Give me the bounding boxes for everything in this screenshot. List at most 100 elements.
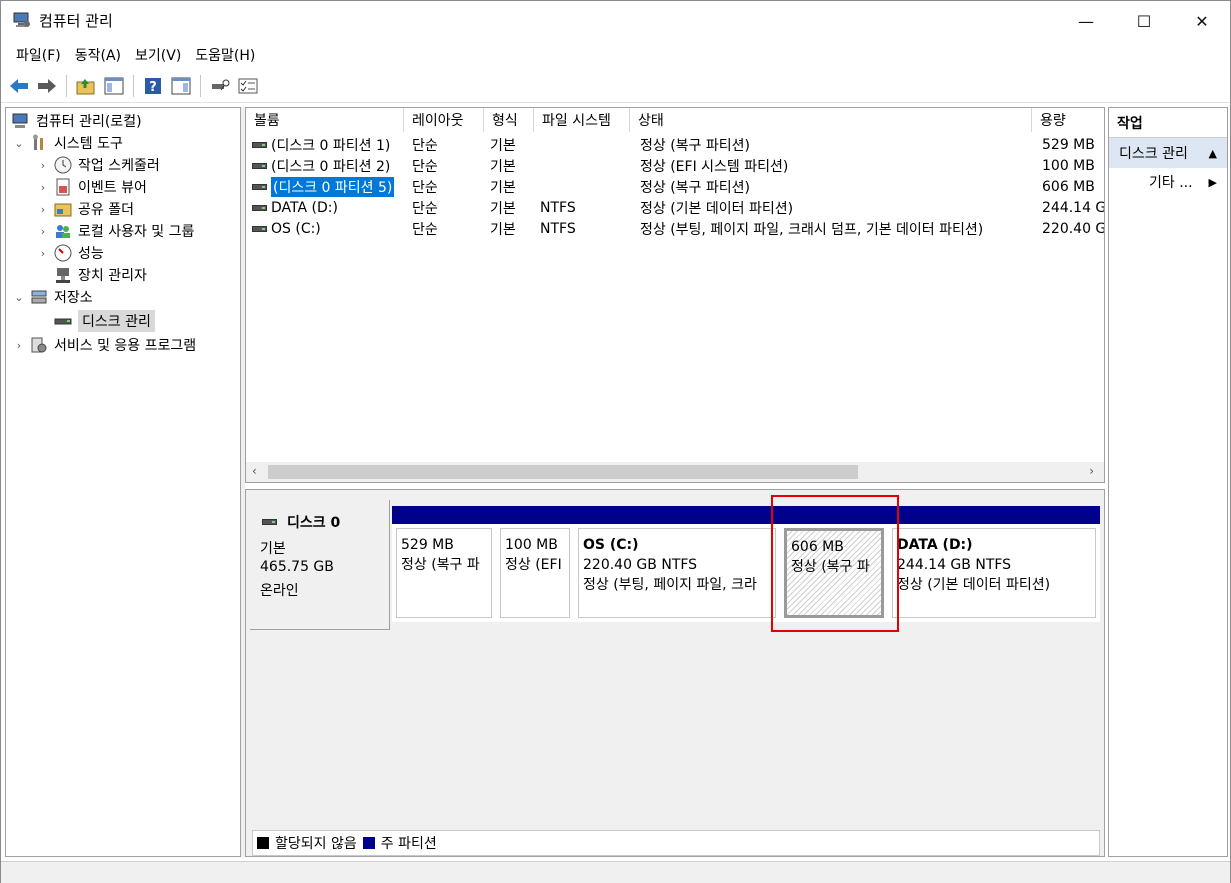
tree-item-storage[interactable]: ⌄ 저장소 bbox=[12, 286, 93, 308]
horizontal-scrollbar[interactable]: ‹ › bbox=[246, 462, 1104, 482]
disk-size: 465.75 GB bbox=[260, 559, 334, 575]
partition-body: 100 MB 정상 (EFI bbox=[500, 528, 570, 618]
table-row[interactable]: DATA (D:) 단순 기본 NTFS 정상 (기본 데이터 파티션) 244.14 G bbox=[246, 197, 1105, 218]
disk-name: 디스크 0 bbox=[287, 515, 341, 531]
table-row[interactable]: (디스크 0 파티션 2) 단순 기본 정상 (EFI 시스템 파티션) 100 MB bbox=[246, 155, 1104, 176]
partition-size: 100 MB bbox=[505, 537, 558, 553]
toolbar-separator bbox=[66, 74, 67, 97]
column-header-type[interactable]: 형식 bbox=[484, 108, 534, 132]
services-icon bbox=[30, 336, 50, 354]
table-cell-status: 정상 (기본 데이터 파티션) bbox=[640, 200, 794, 217]
toolbar: ? bbox=[1, 69, 1230, 103]
chevron-down-icon[interactable]: ⌄ bbox=[12, 291, 26, 304]
tree-item-computer-management[interactable]: 컴퓨터 관리(로컬) bbox=[8, 110, 142, 132]
table-cell-capacity: 220.40 G bbox=[1042, 220, 1105, 237]
up-folder-icon bbox=[76, 78, 95, 94]
tree-label: 저장소 bbox=[54, 290, 93, 306]
tree-item-performance[interactable]: › 성능 bbox=[36, 242, 104, 264]
table-cell-capacity: 244.14 G bbox=[1042, 199, 1105, 216]
volume-name: (디스크 0 파티션 5) bbox=[271, 176, 395, 197]
tree-item-system-tools[interactable]: ⌄ 시스템 도구 bbox=[12, 132, 123, 154]
partition-1[interactable]: 529 MB 정상 (복구 파 bbox=[392, 506, 496, 622]
device-manager-icon bbox=[54, 266, 74, 284]
show-hide-console-tree-button[interactable] bbox=[102, 74, 126, 98]
maximize-button[interactable]: ☐ bbox=[1115, 1, 1173, 41]
column-header-layout[interactable]: 레이아웃 bbox=[404, 108, 484, 132]
menu-help[interactable]: 도움말(H) bbox=[188, 45, 262, 65]
up-folder-button[interactable] bbox=[74, 74, 98, 98]
tree-item-local-users-groups[interactable]: › 로컬 사용자 및 그룹 bbox=[36, 220, 195, 242]
scrollbar-thumb[interactable] bbox=[268, 465, 858, 479]
table-cell-layout: 단순 bbox=[412, 200, 438, 217]
tree-item-disk-management[interactable]: 디스크 관리 bbox=[50, 310, 155, 332]
table-cell-layout: 단순 bbox=[412, 158, 438, 175]
menu-view[interactable]: 보기(V) bbox=[128, 45, 188, 65]
collapse-up-icon[interactable]: ▲ bbox=[1209, 147, 1217, 160]
chevron-right-icon[interactable]: › bbox=[12, 339, 26, 352]
maximize-icon: ☐ bbox=[1136, 11, 1152, 31]
actions-more[interactable]: 기타 ... ▶ bbox=[1109, 170, 1227, 194]
help-button[interactable]: ? bbox=[141, 74, 165, 98]
table-row[interactable]: (디스크 0 파티션 5) 단순 기본 정상 (복구 파티션) 606 MB bbox=[246, 176, 1104, 197]
partition-2[interactable]: 100 MB 정상 (EFI bbox=[496, 506, 574, 622]
chevron-right-icon[interactable]: › bbox=[36, 203, 50, 216]
back-button[interactable] bbox=[7, 74, 31, 98]
column-header-filesystem[interactable]: 파일 시스템 bbox=[534, 108, 630, 132]
table-cell-status: 정상 (부팅, 페이지 파일, 크래시 덤프, 기본 데이터 파티션) bbox=[640, 221, 984, 238]
properties-button[interactable] bbox=[236, 74, 260, 98]
event-log-icon bbox=[54, 178, 74, 196]
table-cell-fs: NTFS bbox=[540, 199, 576, 216]
chevron-right-icon[interactable]: › bbox=[36, 159, 50, 172]
scroll-left-icon[interactable]: ‹ bbox=[252, 464, 257, 478]
tree-item-services-applications[interactable]: › 서비스 및 응용 프로그램 bbox=[12, 334, 196, 356]
chevron-down-icon[interactable]: ⌄ bbox=[12, 137, 26, 150]
rescan-button[interactable] bbox=[208, 74, 232, 98]
volume-icon bbox=[252, 141, 267, 148]
actions-more-label: 기타 ... bbox=[1149, 175, 1193, 191]
minimize-button[interactable]: — bbox=[1057, 1, 1115, 41]
clock-icon bbox=[54, 156, 74, 174]
close-icon: ✕ bbox=[1195, 11, 1209, 31]
chevron-right-icon[interactable]: › bbox=[36, 247, 50, 260]
title-bar: 컴퓨터 관리 — ☐ ✕ bbox=[1, 1, 1230, 41]
tree-item-shared-folders[interactable]: › 공유 폴더 bbox=[36, 198, 134, 220]
tree-label: 작업 스케줄러 bbox=[78, 158, 160, 174]
chevron-right-icon[interactable]: › bbox=[36, 225, 50, 238]
column-header-capacity[interactable]: 용량 bbox=[1032, 108, 1104, 132]
scroll-right-icon[interactable]: › bbox=[1089, 464, 1094, 478]
partition-size: 244.14 GB NTFS bbox=[897, 557, 1012, 573]
performance-gauge-icon bbox=[54, 244, 74, 262]
show-hide-action-pane-button[interactable] bbox=[169, 74, 193, 98]
table-cell-status: 정상 (복구 파티션) bbox=[640, 179, 750, 196]
primary-partition-bar bbox=[496, 506, 574, 524]
table-cell-layout: 단순 bbox=[412, 221, 438, 238]
partition-os-c[interactable]: OS (C:) 220.40 GB NTFS 정상 (부팅, 페이지 파일, 크… bbox=[574, 506, 780, 622]
primary-partition-bar bbox=[888, 506, 1100, 524]
partition-data-d[interactable]: DATA (D:) 244.14 GB NTFS 정상 (기본 데이터 파티션) bbox=[888, 506, 1100, 622]
forward-button[interactable] bbox=[35, 74, 59, 98]
toolbar-separator bbox=[200, 74, 201, 97]
menu-file[interactable]: 파일(F) bbox=[9, 45, 68, 65]
chevron-right-icon[interactable]: › bbox=[36, 181, 50, 194]
table-row[interactable]: (디스크 0 파티션 1) 단순 기본 정상 (복구 파티션) 529 MB bbox=[246, 134, 1104, 155]
table-cell-capacity: 529 MB bbox=[1042, 136, 1095, 153]
tree-item-event-viewer[interactable]: › 이벤트 뷰어 bbox=[36, 176, 147, 198]
shared-folder-icon bbox=[54, 200, 74, 218]
actions-section-label: 디스크 관리 bbox=[1119, 146, 1188, 162]
volume-name: OS (C:) bbox=[271, 220, 321, 237]
primary-partition-bar bbox=[392, 506, 496, 524]
tree-item-task-scheduler[interactable]: › 작업 스케줄러 bbox=[36, 154, 160, 176]
table-row[interactable]: OS (C:) 단순 기본 NTFS 정상 (부팅, 페이지 파일, 크래시 덤프, 기… bbox=[246, 218, 1105, 239]
column-header-volume[interactable]: 볼륨 bbox=[246, 108, 404, 132]
table-cell-layout: 단순 bbox=[412, 179, 438, 196]
menu-action[interactable]: 동작(A) bbox=[68, 45, 128, 65]
disk-0-card[interactable]: 디스크 0 기본 465.75 GB 온라인 bbox=[250, 500, 390, 630]
tree-label: 디스크 관리 bbox=[78, 310, 155, 332]
tree-label: 장치 관리자 bbox=[78, 268, 147, 284]
volume-name: DATA (D:) bbox=[271, 199, 338, 216]
close-button[interactable]: ✕ bbox=[1173, 1, 1231, 41]
actions-section-disk-management[interactable]: 디스크 관리 ▲ bbox=[1109, 138, 1227, 168]
column-header-status[interactable]: 상태 bbox=[630, 108, 1032, 132]
tree-item-device-manager[interactable]: 장치 관리자 bbox=[50, 264, 147, 286]
unallocated-swatch bbox=[257, 837, 269, 849]
